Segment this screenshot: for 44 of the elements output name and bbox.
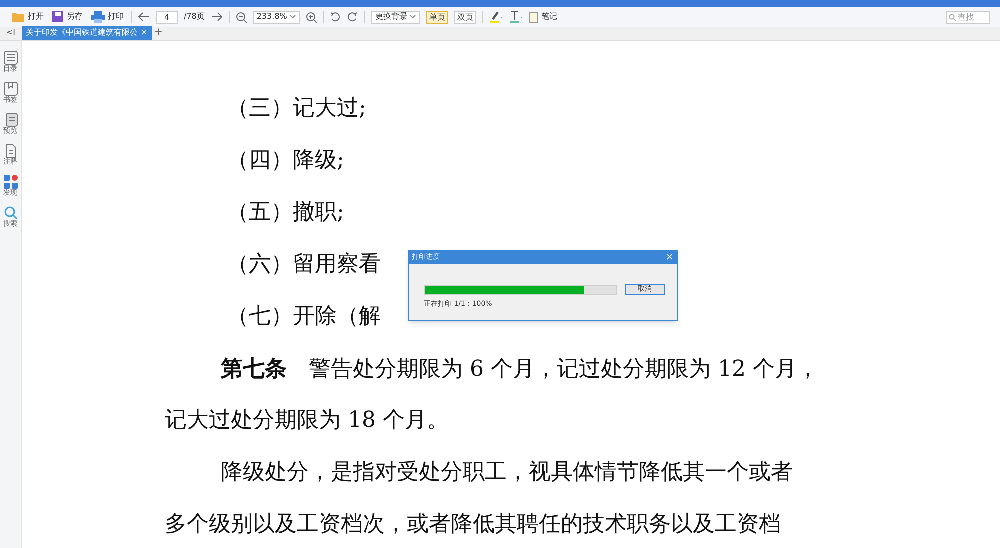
zoom-in-icon[interactable] bbox=[306, 12, 318, 22]
folder-icon bbox=[11, 11, 25, 23]
zoom-dropdown[interactable]: 233.8% bbox=[252, 10, 300, 24]
caret-icon bbox=[410, 15, 416, 19]
document-tab[interactable]: 关于印发《中国铁道建筑有限公 × bbox=[22, 26, 152, 40]
bookmark-icon bbox=[4, 82, 18, 96]
document-text-line: 降级处分，是指对受处分职工，视具体情节降低其一个或者 bbox=[221, 459, 793, 487]
view-mode-button[interactable]: 双页 bbox=[454, 10, 476, 24]
background-dropdown[interactable]: 更换背景 bbox=[371, 10, 420, 24]
list-icon bbox=[4, 51, 18, 65]
document-icon bbox=[4, 144, 18, 158]
document-text-line: 多个级别以及工资档次，或者降低其聘任的技术职务以及工资档 bbox=[165, 511, 781, 539]
document-text-line: （七）开除（解 bbox=[227, 303, 381, 331]
document-text-line: （三）记大过; bbox=[227, 95, 366, 123]
search-field[interactable]: 查找 bbox=[946, 10, 990, 24]
toolbar-button[interactable]: 另存 bbox=[51, 11, 84, 23]
note-icon bbox=[529, 12, 538, 22]
toolbar-button[interactable]: 打开 bbox=[10, 11, 45, 23]
tab-close-button[interactable]: × bbox=[141, 27, 148, 39]
document-text-line: 记大过处分期限为 18 个月。 bbox=[165, 407, 449, 435]
search-icon bbox=[949, 14, 956, 20]
note-button[interactable]: 笔记 bbox=[529, 11, 558, 23]
tab-label: 关于印发《中国铁道建筑有限公 bbox=[26, 27, 138, 39]
document-text-line: （五）撤职; bbox=[227, 199, 344, 227]
document-text-line: （六）留用察看 bbox=[227, 251, 381, 279]
page-number-field[interactable]: 4 bbox=[156, 10, 178, 24]
new-tab-button[interactable]: + bbox=[152, 26, 166, 40]
rotate-left-icon[interactable] bbox=[330, 12, 342, 22]
zoom-out-icon[interactable] bbox=[236, 12, 247, 22]
pages-icon bbox=[4, 113, 18, 127]
apps-grid-icon bbox=[4, 175, 18, 189]
collapse-button[interactable]: <I bbox=[0, 26, 22, 40]
toolbar-button[interactable]: 打印 bbox=[90, 11, 125, 23]
page-total: /78页 bbox=[184, 11, 205, 23]
document-text-line: （四）降级; bbox=[227, 147, 344, 175]
dialog-close-button[interactable]: × bbox=[666, 252, 674, 262]
right-arrow-icon[interactable] bbox=[210, 12, 223, 22]
printer-icon bbox=[91, 11, 105, 23]
document-text-line: 第七条 警告处分期限为 6 个月，记过处分期限为 12 个月， bbox=[221, 355, 819, 384]
caret-icon bbox=[290, 15, 296, 19]
rotate-right-icon[interactable] bbox=[347, 12, 358, 22]
search-icon bbox=[4, 206, 18, 220]
left-arrow-icon[interactable] bbox=[138, 12, 150, 22]
view-mode-button[interactable]: 单页 bbox=[426, 10, 448, 24]
